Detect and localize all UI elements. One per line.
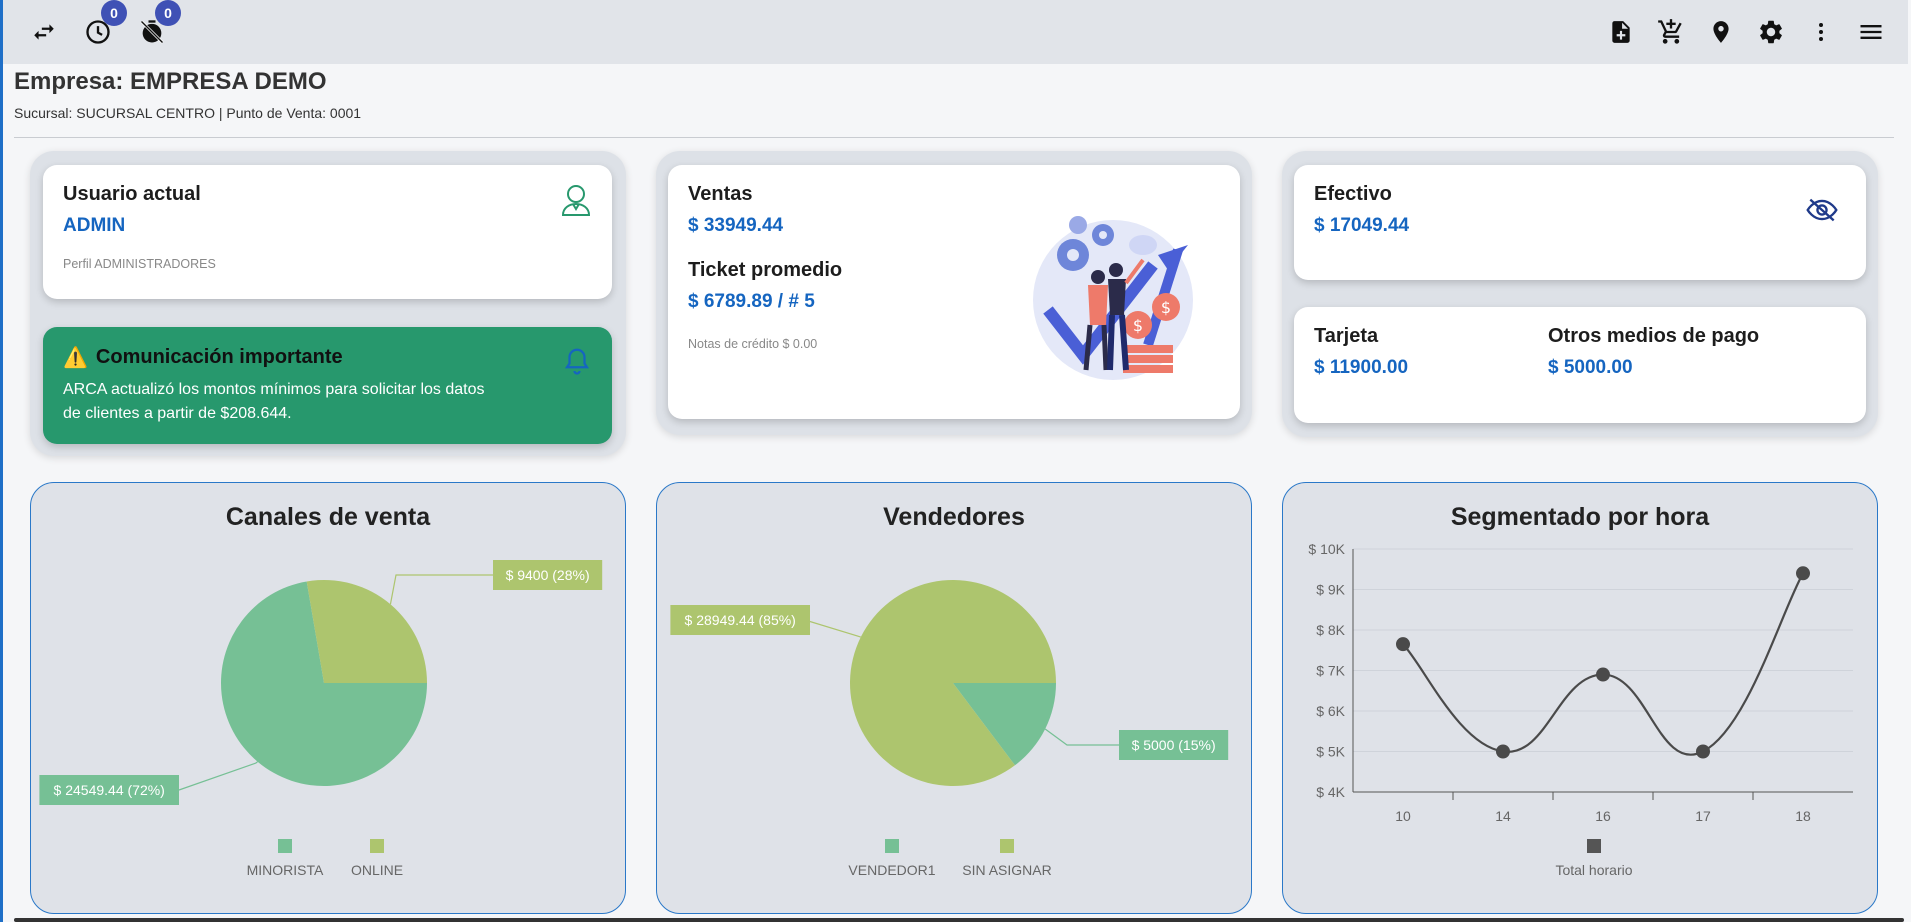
series-line-total-horario: [1402, 572, 1804, 756]
x-tick-label: 18: [1795, 808, 1811, 824]
chart-hora-svg: $ 4K $ 5K $ 6K $ 7K $ 8K $ 9K $ 10K 10 14 16 17 18 T…: [1308, 541, 1853, 878]
top-toolbar: 0 0: [3, 0, 1908, 64]
user-value: ADMIN: [63, 215, 126, 236]
y-tick-label: $ 10K: [1308, 541, 1345, 557]
otros-block: Otros medios de pago $ 5000.00: [1548, 325, 1759, 379]
chart-hora: Segmentado por hora $ 4K $ 5K $ 6K $ 7K $ 8K…: [1282, 482, 1878, 914]
bell-icon[interactable]: [562, 345, 592, 382]
ventas-label: Ventas: [688, 183, 753, 205]
alert-title-row: ⚠️ Comunicación importante: [63, 345, 592, 370]
branch-info: Sucursal: SUCURSAL CENTRO | Punto de Ven…: [14, 105, 362, 121]
cash-card: Efectivo $ 17049.44: [1294, 165, 1866, 280]
legend-label: Total horario: [1555, 862, 1632, 878]
location-pin-icon[interactable]: [1706, 17, 1736, 47]
efectivo-value: $ 17049.44: [1314, 215, 1410, 236]
bottom-scroll-strip: [14, 918, 1904, 922]
sales-illustration: $ $: [1028, 205, 1198, 385]
header-divider: [14, 137, 1894, 138]
data-point[interactable]: [1596, 667, 1610, 682]
tarjeta-block: Tarjeta $ 11900.00: [1314, 325, 1408, 379]
tarjeta-value: $ 11900.00: [1314, 357, 1409, 378]
y-tick-label: $ 5K: [1316, 744, 1345, 760]
legend-label: MINORISTA: [247, 862, 324, 878]
important-alert: ⚠️ Comunicación importante ARCA actualiz…: [43, 327, 612, 444]
warning-icon: ⚠️: [63, 347, 88, 369]
chart-vendedores-svg: $ 5000 (15%) $ 28949.44 (85%) VENDEDOR1 SIN…: [670, 579, 1229, 878]
x-tick-label: 10: [1395, 808, 1411, 824]
pie-slice-online[interactable]: [306, 580, 427, 683]
timer-badge: 0: [155, 0, 181, 26]
company-title: Empresa: EMPRESA DEMO: [14, 68, 327, 95]
y-tick-label: $ 6K: [1316, 703, 1345, 719]
alert-message: ARCA actualizó los montos mínimos para s…: [63, 381, 485, 422]
swap-arrows-icon[interactable]: [29, 17, 59, 47]
x-tick-label: 16: [1595, 808, 1611, 824]
pie-data-label: $ 5000 (15%): [1132, 737, 1216, 753]
svg-text:$: $: [1133, 316, 1143, 335]
eye-off-icon[interactable]: [1806, 197, 1838, 228]
data-point[interactable]: [1396, 637, 1410, 652]
legend-swatch: [370, 839, 384, 853]
user-profile: Perfil ADMINISTRADORES: [63, 257, 216, 271]
tarjeta-label: Tarjeta: [1314, 325, 1379, 347]
alert-title: Comunicación importante: [95, 346, 343, 368]
legend-label: ONLINE: [351, 862, 403, 878]
chart-vendedores: Vendedores $ 5000 (15%) $ 28949.44 (85%) V…: [656, 482, 1252, 914]
data-point[interactable]: [1496, 744, 1510, 759]
toolbar-left: 0 0: [29, 0, 191, 47]
efectivo-label: Efectivo: [1314, 183, 1392, 205]
note-add-icon[interactable]: [1606, 17, 1636, 47]
chart-canales: Canales de venta $ 24549.44 (72%) $ 9400 …: [30, 482, 626, 914]
legend-swatch: [1587, 839, 1601, 853]
clock-icon[interactable]: 0: [83, 0, 127, 47]
menu-icon[interactable]: [1856, 17, 1886, 47]
legend-swatch: [1000, 839, 1014, 853]
left-edge-accent: [0, 0, 3, 922]
sales-card: Ventas $ 33949.44 Ticket promedio $ 6789…: [668, 165, 1240, 419]
legend-swatch: [278, 839, 292, 853]
more-vert-icon[interactable]: [1806, 17, 1836, 47]
gear-icon[interactable]: [1756, 17, 1786, 47]
pie-label-line: [178, 761, 258, 791]
legend-label: SIN ASIGNAR: [962, 862, 1051, 878]
clock-badge: 0: [101, 0, 127, 26]
data-point[interactable]: [1796, 566, 1810, 581]
y-tick-label: $ 4K: [1316, 784, 1345, 800]
pie-label-line: [1044, 728, 1119, 746]
otros-value: $ 5000.00: [1548, 357, 1633, 378]
user-avatar-icon: [560, 183, 592, 222]
pie-data-label: $ 24549.44 (72%): [54, 782, 165, 798]
y-tick-label: $ 9K: [1316, 582, 1345, 598]
x-tick-label: 17: [1695, 808, 1711, 824]
timer-off-icon[interactable]: 0: [137, 0, 181, 47]
chart-canales-svg: $ 24549.44 (72%) $ 9400 (28%) MINORISTA ONL…: [39, 560, 603, 878]
x-tick-label: 14: [1495, 808, 1511, 824]
pie-label-line: [804, 619, 862, 638]
pie-data-label: $ 9400 (28%): [506, 567, 590, 583]
payment-methods-card: Tarjeta $ 11900.00 Otros medios de pago …: [1294, 307, 1866, 423]
otros-label: Otros medios de pago: [1548, 325, 1760, 347]
data-point[interactable]: [1696, 744, 1710, 759]
y-tick-label: $ 7K: [1316, 663, 1345, 679]
y-tick-label: $ 8K: [1316, 622, 1345, 638]
pie-label-line: [389, 574, 493, 605]
legend-swatch: [885, 839, 899, 853]
pie-data-label: $ 28949.44 (85%): [685, 612, 796, 628]
legend-label: VENDEDOR1: [848, 862, 935, 878]
add-cart-icon[interactable]: [1656, 17, 1686, 47]
user-label: Usuario actual: [63, 183, 201, 205]
user-card: Usuario actual ADMIN Perfil ADMINISTRADO…: [43, 165, 612, 299]
svg-text:$: $: [1161, 298, 1171, 317]
toolbar-right: [1586, 17, 1886, 47]
